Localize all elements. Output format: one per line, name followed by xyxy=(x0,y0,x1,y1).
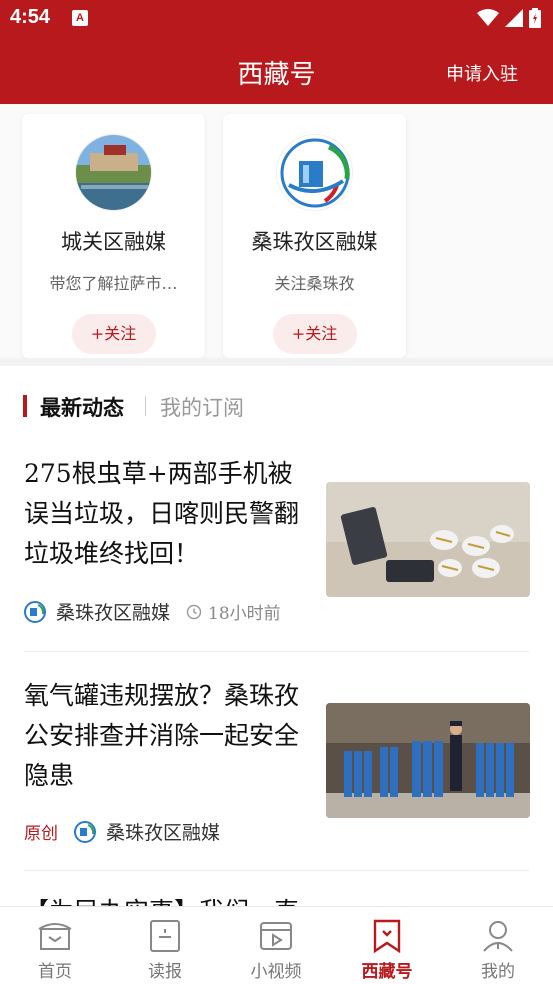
article-divider xyxy=(24,651,529,652)
newspaper-icon xyxy=(150,920,180,952)
article-meta: 原创 桑珠孜区融媒 xyxy=(24,818,220,845)
tab-subscriptions[interactable]: 我的订阅 xyxy=(160,392,244,422)
nav-label: 读报 xyxy=(148,962,182,982)
nav-label: 西藏号 xyxy=(361,962,413,982)
article-time-text: 18小时前 xyxy=(208,604,281,624)
account-card[interactable]: 城关区融媒 带您了解拉萨市… +关注 xyxy=(22,114,205,358)
nav-home[interactable]: 首页 xyxy=(0,907,110,984)
home-icon xyxy=(38,923,72,950)
status-icons xyxy=(477,8,541,28)
nav-newspaper[interactable]: 读报 xyxy=(110,907,220,984)
nav-video[interactable]: 小视频 xyxy=(221,907,331,984)
nav-profile[interactable]: 我的 xyxy=(443,907,553,984)
feed-tabs: 最新动态 我的订阅 xyxy=(0,386,553,426)
user-icon xyxy=(483,921,513,952)
section-divider xyxy=(0,358,553,366)
article-time: 18小时前 xyxy=(186,599,281,624)
apply-join-button[interactable]: 申请入驻 xyxy=(446,60,518,86)
top-bar: 4:54 A 西藏号 申请入驻 xyxy=(0,0,553,104)
article-item[interactable]: 275根虫草+两部手机被误当垃圾，日喀则民警翻垃圾堆终找回！ 桑珠孜区融媒 18… xyxy=(0,452,553,652)
bottom-navigation: 首页 读报 小视频 西藏号 我的 xyxy=(0,906,553,984)
wifi-icon xyxy=(477,9,499,26)
article-title[interactable]: 275根虫草+两部手机被误当垃圾，日喀则民警翻垃圾堆终找回！ xyxy=(24,454,316,574)
account-avatar xyxy=(75,134,152,211)
article-thumbnail[interactable] xyxy=(326,482,530,597)
account-name: 城关区融媒 xyxy=(61,230,166,254)
status-bar: 4:54 A xyxy=(0,0,553,38)
signal-icon xyxy=(505,9,523,27)
video-icon xyxy=(260,922,292,950)
account-description: 关注桑珠孜 xyxy=(274,274,355,293)
nav-xizanghao[interactable]: 西藏号 xyxy=(332,907,442,984)
article-source[interactable]: 桑珠孜区融媒 xyxy=(56,598,170,625)
follow-button[interactable]: +关注 xyxy=(272,314,357,354)
article-title[interactable]: 氧气罐违规摆放？桑珠孜公安排查并消除一起安全隐患 xyxy=(24,676,316,796)
source-logo-icon xyxy=(74,820,96,843)
source-logo-icon xyxy=(24,600,46,623)
clock-icon xyxy=(186,604,202,619)
article-item[interactable]: 氧气罐违规摆放？桑珠孜公安排查并消除一起安全隐患 原创 桑珠孜区融媒 xyxy=(0,672,553,872)
nav-label: 首页 xyxy=(38,962,72,982)
active-tab-indicator xyxy=(23,395,27,417)
tab-separator xyxy=(145,396,146,416)
account-carousel[interactable]: 城关区融媒 带您了解拉萨市… +关注 桑珠孜区融媒 关注桑珠孜 +关注 xyxy=(0,104,553,358)
battery-icon xyxy=(529,8,541,28)
follow-button[interactable]: +关注 xyxy=(71,314,156,354)
article-thumbnail[interactable] xyxy=(326,703,530,818)
article-source[interactable]: 桑珠孜区融媒 xyxy=(106,818,220,845)
article-meta: 桑珠孜区融媒 18小时前 xyxy=(24,598,281,625)
notification-icon: A xyxy=(72,10,88,26)
article-divider xyxy=(24,870,529,871)
nav-label: 我的 xyxy=(481,962,515,982)
nav-label: 小视频 xyxy=(250,962,302,982)
tab-latest[interactable]: 最新动态 xyxy=(40,392,124,422)
account-description: 带您了解拉萨市… xyxy=(49,274,178,293)
account-avatar xyxy=(276,134,353,211)
status-time: 4:54 xyxy=(10,6,51,28)
bookmark-icon xyxy=(373,919,401,953)
account-card[interactable]: 桑珠孜区融媒 关注桑珠孜 +关注 xyxy=(223,114,406,358)
original-badge: 原创 xyxy=(24,824,58,844)
account-name: 桑珠孜区融媒 xyxy=(251,230,378,254)
